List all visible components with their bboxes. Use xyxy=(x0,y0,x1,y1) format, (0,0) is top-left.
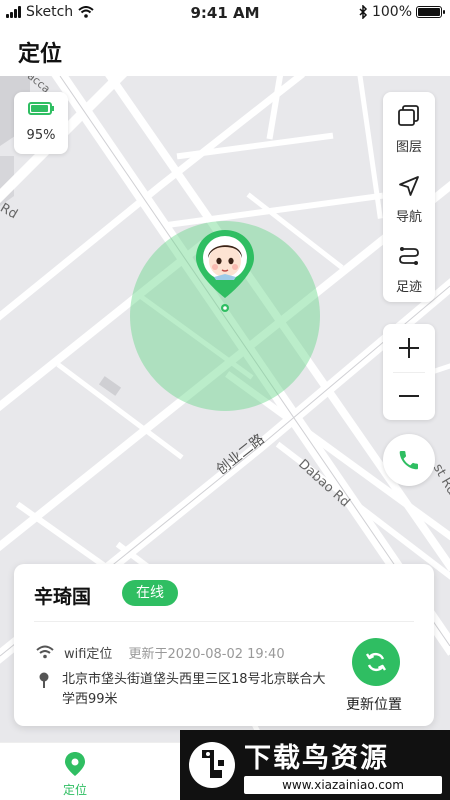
device-battery-text: 95% xyxy=(26,128,56,143)
refresh-location-label[interactable]: 更新位置 xyxy=(346,694,402,714)
status-bar: Sketch 9:41 AM 100% xyxy=(0,0,450,26)
bluetooth-icon xyxy=(359,5,368,19)
watermark-banner: 下载鸟资源 www.xiazainiao.com xyxy=(180,730,450,800)
location-source-row: wifi定位 更新于2020-08-02 19:40 xyxy=(36,642,285,662)
refresh-location-button[interactable] xyxy=(352,638,400,686)
online-status-badge: 在线 xyxy=(122,580,178,606)
nav-bar: 定位 xyxy=(0,26,450,76)
address-text: 北京市垡头街道垡头西里三区18号北京联合大学西99米 xyxy=(62,672,326,707)
battery-icon xyxy=(416,6,445,18)
map-tool-panel: 图层 导航 足迹 xyxy=(383,92,435,302)
device-owner-name: 辛琦国 xyxy=(34,586,92,608)
call-button[interactable] xyxy=(383,434,435,486)
tab-location[interactable]: 定位 xyxy=(50,747,100,797)
zoom-out-button[interactable] xyxy=(383,372,435,420)
phone-icon xyxy=(399,451,418,470)
page-title: 定位 xyxy=(18,42,63,67)
bird-logo-icon xyxy=(189,742,235,788)
location-pin[interactable] xyxy=(194,226,256,318)
minus-icon xyxy=(399,395,419,397)
update-time: 更新于2020-08-02 19:40 xyxy=(128,646,285,662)
track-route-icon xyxy=(399,247,419,265)
navigate-label: 导航 xyxy=(395,210,422,225)
watermark-url: www.xiazainiao.com xyxy=(244,776,442,794)
device-battery-card: 95% xyxy=(14,92,68,154)
refresh-icon xyxy=(365,652,387,672)
plus-icon xyxy=(399,338,419,358)
app-screen: Sketch 9:41 AM 100% 定位 创业二路 Dabao Rd Rd … xyxy=(0,0,450,800)
layers-button[interactable]: 图层 xyxy=(383,92,435,162)
card-divider xyxy=(34,621,414,622)
watermark-title: 下载鸟资源 xyxy=(244,743,389,774)
location-marker-icon xyxy=(39,672,49,688)
zoom-in-button[interactable] xyxy=(383,324,435,372)
navigate-button[interactable]: 导航 xyxy=(383,162,435,232)
navigation-arrow-icon xyxy=(399,176,419,196)
address-row: 北京市垡头街道垡头西里三区18号北京联合大学西99米 xyxy=(36,670,336,710)
device-info-card: 辛琦国 在线 wifi定位 更新于2020-08-02 19:40 北京市垡头街… xyxy=(14,564,434,726)
wifi-icon xyxy=(36,645,54,659)
zoom-controls xyxy=(383,324,435,420)
layers-icon xyxy=(398,105,419,126)
track-label: 足迹 xyxy=(395,280,422,295)
location-pin-icon xyxy=(65,752,85,776)
tab-location-label: 定位 xyxy=(62,783,87,797)
track-button[interactable]: 足迹 xyxy=(383,232,435,302)
location-type: wifi定位 xyxy=(64,646,113,662)
battery-percent: 100% xyxy=(371,4,412,20)
battery-icon xyxy=(28,102,54,115)
layers-label: 图层 xyxy=(395,140,422,155)
status-right: 100% xyxy=(359,4,445,20)
